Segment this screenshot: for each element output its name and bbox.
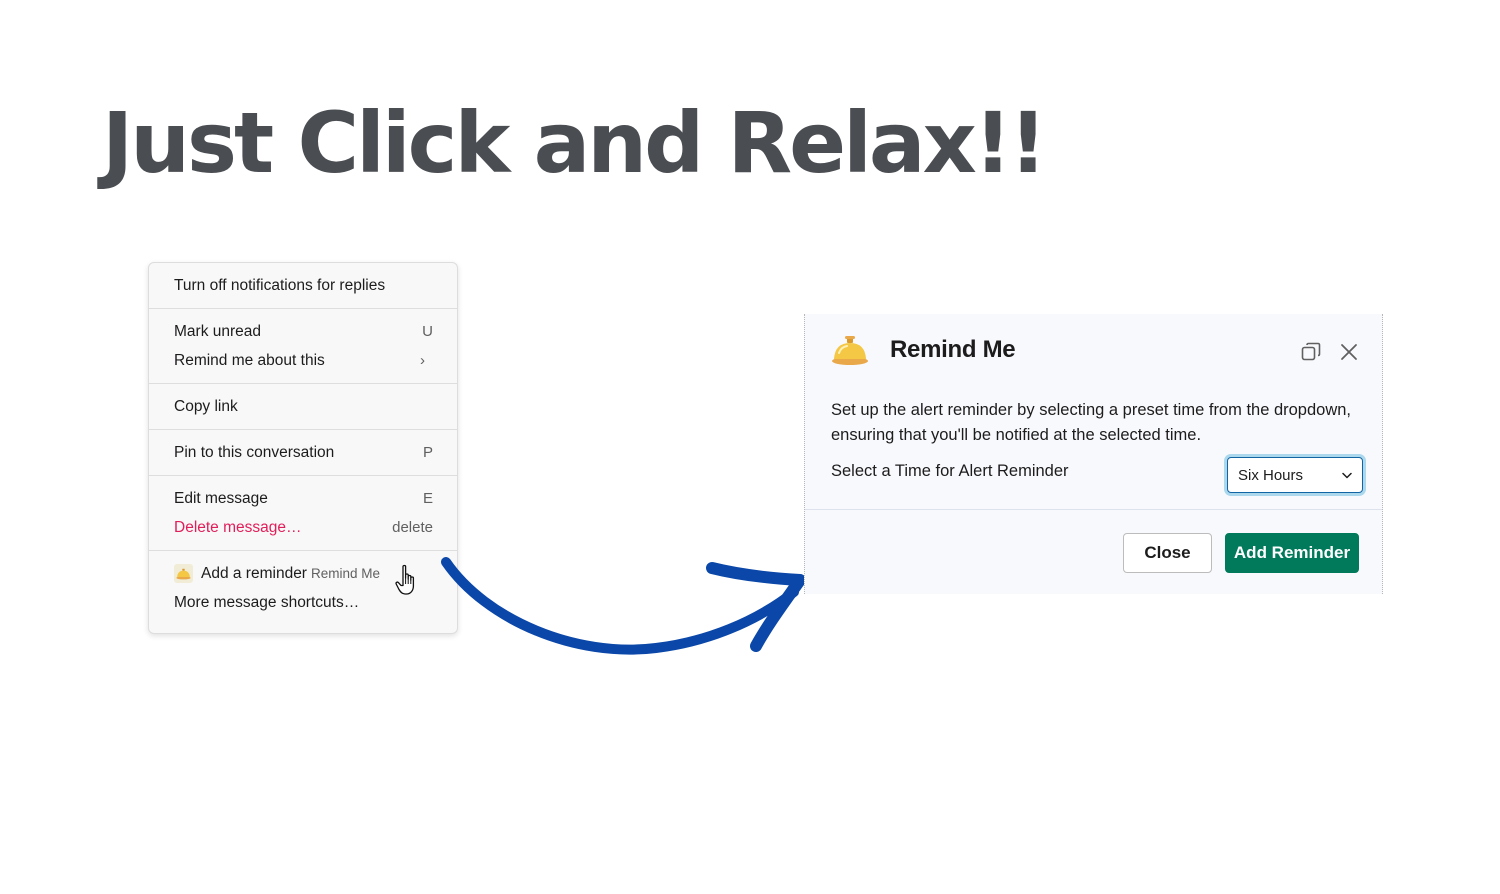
menu-item-delete-message[interactable]: Delete message… delete xyxy=(149,513,457,542)
shortcut-hint: E xyxy=(422,490,433,507)
menu-group: Mark unread U Remind me about this › xyxy=(149,309,457,384)
shortcut-hint: P xyxy=(422,444,433,461)
remind-me-modal: Remind Me Set up the alert reminder by s… xyxy=(804,314,1383,594)
bellhop-bell-icon xyxy=(832,336,868,365)
menu-group: Turn off notifications for replies xyxy=(149,263,457,309)
menu-item-label: More message shortcuts… xyxy=(174,593,360,611)
time-select-label: Select a Time for Alert Reminder xyxy=(831,462,1069,480)
workflow-hint: Remind Me xyxy=(310,565,381,581)
modal-divider xyxy=(805,509,1382,510)
menu-item-label: Pin to this conversation xyxy=(174,443,335,461)
menu-item-mark-unread[interactable]: Mark unread U xyxy=(149,317,457,346)
modal-header: Remind Me xyxy=(831,334,1016,366)
menu-item-remind-me-about-this[interactable]: Remind me about this › xyxy=(149,346,457,375)
hand-pointer-cursor-icon xyxy=(395,564,415,595)
menu-item-label: Delete message… xyxy=(174,518,302,536)
menu-item-label: Turn off notifications for replies xyxy=(174,276,386,294)
close-button[interactable]: Close xyxy=(1123,533,1212,573)
menu-group: Copy link xyxy=(149,384,457,430)
modal-description: Set up the alert reminder by selecting a… xyxy=(831,401,1352,444)
curved-arrow-icon xyxy=(441,557,806,655)
add-reminder-button[interactable]: Add Reminder xyxy=(1225,533,1359,573)
modal-title: Remind Me xyxy=(890,336,1016,363)
menu-group: Edit message E Delete message… delete xyxy=(149,476,457,551)
close-icon[interactable] xyxy=(1338,341,1360,363)
time-select-dropdown[interactable]: Six Hours xyxy=(1227,457,1363,493)
menu-item-label: Edit message xyxy=(174,489,268,507)
menu-item-edit-message[interactable]: Edit message E xyxy=(149,484,457,513)
chevron-down-icon xyxy=(1342,472,1352,478)
bellhop-bell-icon xyxy=(174,564,193,583)
menu-group: Pin to this conversation P xyxy=(149,430,457,476)
shortcut-hint: delete xyxy=(392,519,433,536)
menu-item-turn-off-notifications[interactable]: Turn off notifications for replies xyxy=(149,271,457,300)
reminder-item-content: Add a reminder Remind Me xyxy=(174,564,380,583)
menu-item-label: Copy link xyxy=(174,397,238,415)
open-in-window-icon[interactable] xyxy=(1300,341,1322,363)
shortcut-hint: U xyxy=(422,323,433,340)
select-value: Six Hours xyxy=(1238,466,1304,484)
menu-item-label: Add a reminder xyxy=(201,564,307,582)
menu-item-label: Remind me about this xyxy=(174,351,325,369)
headline: Just Click and Relax!! xyxy=(102,94,1047,192)
menu-item-copy-link[interactable]: Copy link xyxy=(149,392,457,421)
chevron-right-icon: › xyxy=(420,352,425,369)
menu-item-label: Mark unread xyxy=(174,322,262,340)
menu-item-pin-to-conversation[interactable]: Pin to this conversation P xyxy=(149,438,457,467)
